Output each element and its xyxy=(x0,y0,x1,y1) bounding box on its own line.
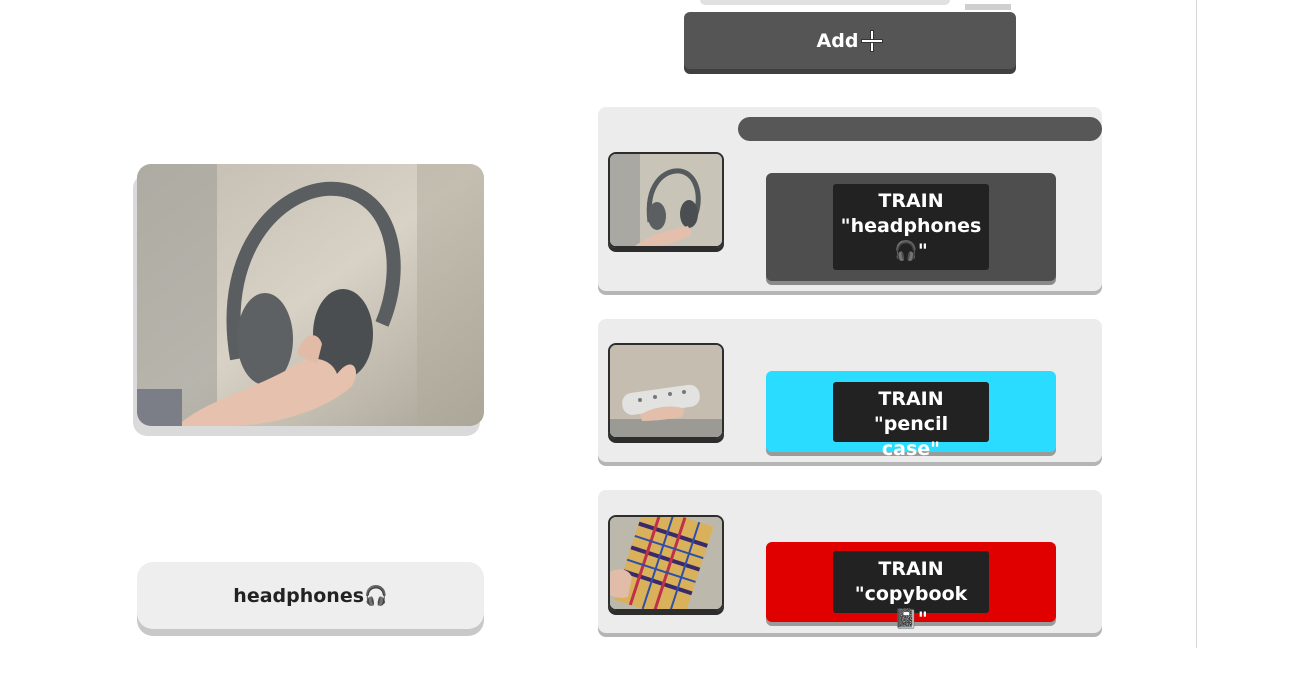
class-card-copybook: TRAIN "copybook📓" xyxy=(598,490,1102,633)
training-progress-bar xyxy=(738,117,1102,141)
train-label-pencil-case: TRAIN "pencil case" xyxy=(833,381,989,460)
add-class-button[interactable]: Add xyxy=(684,12,1016,69)
train-button-copybook[interactable]: TRAIN "copybook📓" xyxy=(766,542,1056,630)
train-label-headphones: TRAIN "headphones 🎧" xyxy=(833,184,989,270)
top-stub-line xyxy=(965,4,1011,10)
class-card-pencil-case: TRAIN "pencil case" xyxy=(598,319,1102,462)
webcam-preview xyxy=(137,164,484,426)
class-card-headphones: TRAIN "headphones 🎧" xyxy=(598,107,1102,291)
app-page: Add headphones🎧 TRAIN "headphones 🎧" TRA… xyxy=(0,0,1301,683)
train-button-pencil-case[interactable]: TRAIN "pencil case" xyxy=(766,371,1056,460)
thumbnail-headphones xyxy=(608,152,724,248)
train-label-copybook: TRAIN "copybook📓" xyxy=(833,551,989,630)
webcam-image xyxy=(137,164,484,426)
prediction-label: headphones🎧 xyxy=(137,562,484,629)
train-button-headphones[interactable]: TRAIN "headphones 🎧" xyxy=(766,173,1056,281)
copybook-thumbnail-image xyxy=(610,517,722,609)
right-divider xyxy=(1196,0,1197,648)
thumbnail-copybook xyxy=(608,515,724,611)
pencil-case-thumbnail-image xyxy=(610,345,722,437)
prediction-text: headphones🎧 xyxy=(233,585,388,607)
plus-icon xyxy=(861,30,883,52)
headphones-thumbnail-image xyxy=(610,154,722,246)
add-button-label: Add xyxy=(816,29,859,52)
top-stub xyxy=(700,0,950,5)
thumbnail-pencil-case xyxy=(608,343,724,439)
